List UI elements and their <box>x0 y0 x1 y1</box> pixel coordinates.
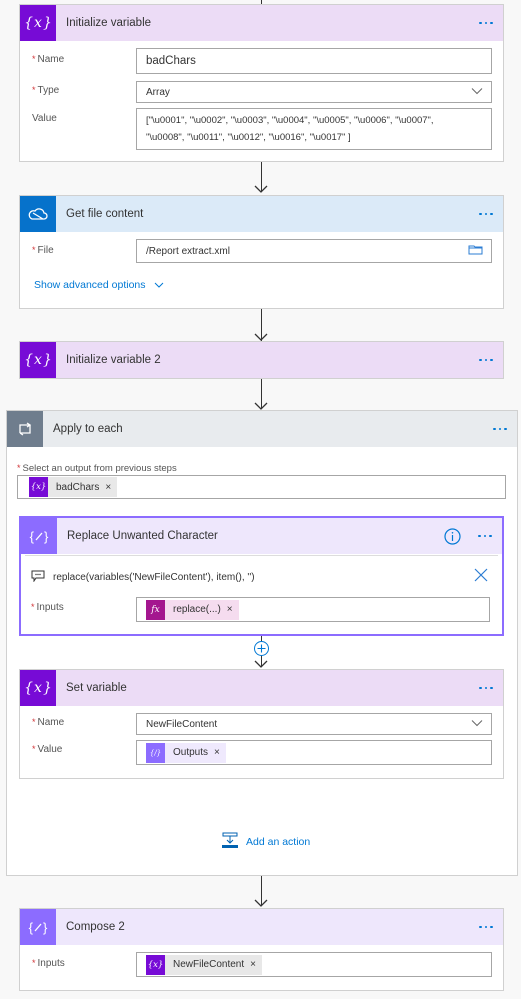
step-header[interactable]: {x} Initialize variable 2 <box>20 342 503 378</box>
type-label: * Type <box>32 85 60 96</box>
step-title: Replace Unwanted Character <box>67 530 218 542</box>
more-options-button[interactable] <box>469 196 503 232</box>
value-line: "\u0008", "\u0011", "\u0012", "\u0016", … <box>146 132 351 143</box>
more-options-button[interactable] <box>469 909 503 945</box>
inputs-field[interactable]: {x} NewFileContent × <box>136 952 492 977</box>
value-line: ["\u0001", "\u0002", "\u0003", "\u0004",… <box>146 115 434 126</box>
remove-token-icon[interactable]: × <box>105 477 117 497</box>
step-set-variable: {x} Set variable * Name NewFileContent * V… <box>19 669 504 779</box>
arrow-down-icon <box>254 402 268 410</box>
expression-comment: replace(variables('NewFileContent'), ite… <box>31 570 255 585</box>
info-icon[interactable] <box>442 527 462 545</box>
more-options-button[interactable] <box>469 670 503 706</box>
more-options-button[interactable] <box>469 5 503 41</box>
more-options-button[interactable] <box>468 518 502 554</box>
close-comment-icon[interactable] <box>474 568 488 585</box>
name-select[interactable]: NewFileContent <box>136 713 492 735</box>
compose-icon: {} <box>20 909 56 945</box>
onedrive-cloud-icon <box>20 196 56 232</box>
token-outputs[interactable]: {/} Outputs × <box>146 742 226 763</box>
step-title: Initialize variable 2 <box>66 354 161 366</box>
step-header[interactable]: {} Replace Unwanted Character <box>21 518 502 554</box>
show-advanced-options-link[interactable]: Show advanced options <box>34 279 164 291</box>
inputs-label: * Inputs <box>32 958 65 969</box>
step-get-file-content: Get file content * File /Report extract.x… <box>19 195 504 309</box>
file-label: * File <box>32 245 54 256</box>
arrow-down-icon <box>254 660 268 668</box>
token-badchars[interactable]: {x} badChars × <box>29 477 118 497</box>
value-label: Value <box>32 113 57 124</box>
comment-icon <box>31 570 45 585</box>
variable-icon: {x} <box>20 342 56 378</box>
arrow-down-icon <box>254 899 268 907</box>
more-options-button[interactable] <box>483 411 517 447</box>
more-options-button[interactable] <box>469 342 503 378</box>
select-output-input[interactable]: {x} badChars × <box>17 475 506 499</box>
inputs-field[interactable]: fx replace(...) × <box>136 597 490 622</box>
step-header[interactable]: {x} Initialize variable <box>20 5 503 41</box>
name-input[interactable]: badChars <box>136 48 492 74</box>
chevron-down-icon <box>471 719 483 730</box>
insert-step-button[interactable] <box>254 641 269 656</box>
variable-icon: {x} <box>29 477 48 497</box>
arrow-down-icon <box>254 185 268 193</box>
variable-icon: {x} <box>20 670 56 706</box>
add-action-icon <box>222 832 238 851</box>
step-header[interactable]: {} Compose 2 <box>20 909 503 945</box>
arrow-down-icon <box>254 333 268 341</box>
step-title: Apply to each <box>53 423 123 435</box>
step-replace-unwanted-character: {} Replace Unwanted Character replace(va… <box>19 516 504 636</box>
chevron-down-icon <box>154 279 164 291</box>
divider <box>25 555 498 556</box>
step-initialize-variable-2: {x} Initialize variable 2 <box>19 341 504 379</box>
add-an-action-button[interactable]: Add an action <box>222 832 310 851</box>
step-header[interactable]: Apply to each <box>7 411 517 447</box>
step-header[interactable]: {x} Set variable <box>20 670 503 706</box>
remove-token-icon[interactable]: × <box>214 743 226 763</box>
variable-icon: {x} <box>20 5 56 41</box>
token-newfilecontent[interactable]: {x} NewFileContent × <box>146 954 262 975</box>
type-select[interactable]: Array <box>136 81 492 103</box>
step-initialize-variable: {x} Initialize variable * Name badChars *… <box>19 4 504 162</box>
name-label: * Name <box>32 54 65 65</box>
step-header[interactable]: Get file content <box>20 196 503 232</box>
step-title: Compose 2 <box>66 921 125 933</box>
function-icon: fx <box>146 599 165 620</box>
value-field[interactable]: {/} Outputs × <box>136 740 492 765</box>
step-title: Get file content <box>66 208 144 220</box>
step-title: Initialize variable <box>66 17 152 29</box>
step-compose-2: {} Compose 2 * Inputs {x} NewFileContent … <box>19 908 504 991</box>
chevron-down-icon <box>471 87 483 98</box>
remove-token-icon[interactable]: × <box>227 600 239 620</box>
compose-icon: {/} <box>146 742 165 763</box>
name-label: * Name <box>32 717 65 728</box>
variable-icon: {x} <box>146 954 165 975</box>
file-input[interactable]: /Report extract.xml <box>136 239 492 263</box>
loop-icon <box>7 411 43 447</box>
folder-icon[interactable] <box>468 244 483 258</box>
token-replace-expression[interactable]: fx replace(...) × <box>146 599 239 620</box>
compose-icon: {} <box>21 518 57 554</box>
value-input[interactable]: ["\u0001", "\u0002", "\u0003", "\u0004",… <box>136 108 492 150</box>
remove-token-icon[interactable]: × <box>250 955 262 975</box>
select-output-label: * Select an output from previous steps <box>17 463 177 474</box>
step-title: Set variable <box>66 682 127 694</box>
value-label: * Value <box>32 744 63 755</box>
inputs-label: * Inputs <box>31 602 64 613</box>
